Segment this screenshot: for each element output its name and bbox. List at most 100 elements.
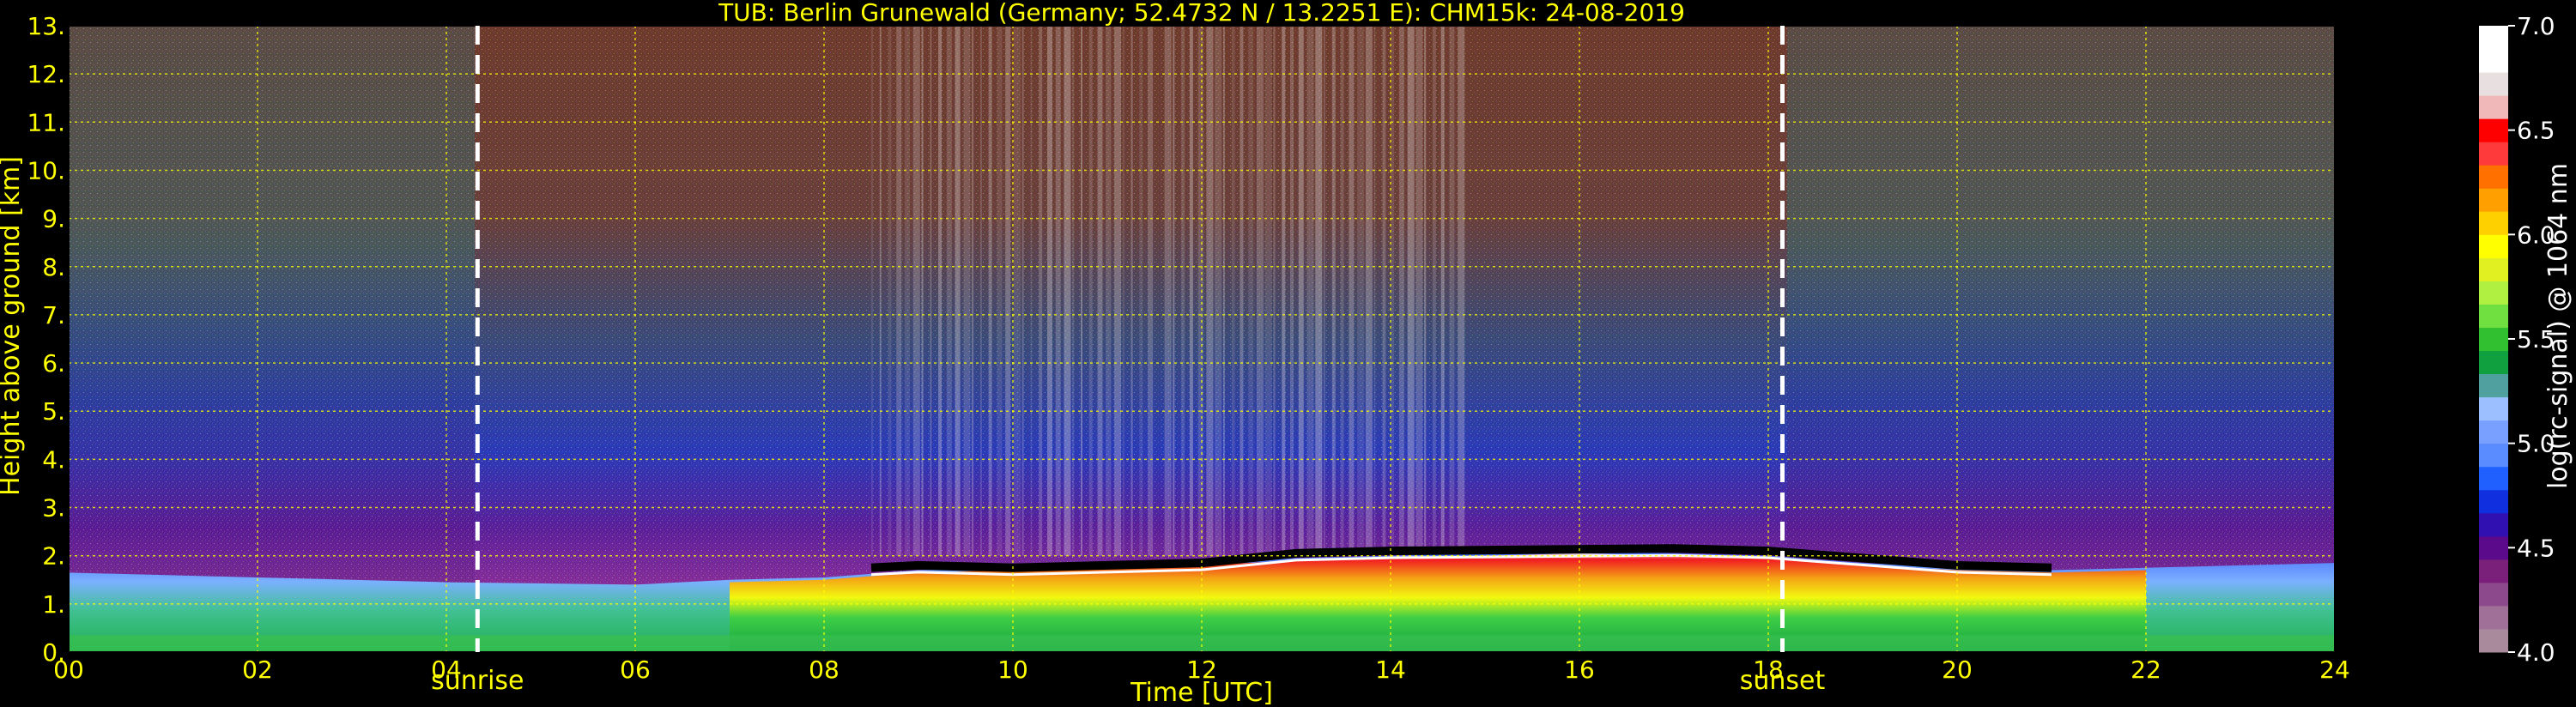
colorbar-segment [2479, 628, 2508, 653]
noise-plume [972, 26, 974, 556]
colorbar-segment [2479, 605, 2508, 630]
noise-plume [1222, 26, 1225, 556]
x-axis-label: Time [UTC] [1130, 678, 1273, 707]
noise-plume [979, 26, 982, 556]
chart-title: TUB: Berlin Grunewald (Germany; 52.4732 … [718, 0, 1685, 27]
noise-plume [946, 26, 952, 556]
noise-plume [1290, 26, 1294, 556]
noise-plume [1181, 26, 1185, 556]
colorbar-segment [2479, 49, 2508, 73]
noise-plume [1282, 26, 1286, 556]
noise-plume [955, 26, 961, 556]
y-tick-label: 0. [42, 638, 65, 667]
noise-plume [1064, 26, 1071, 556]
colorbar-segment [2479, 281, 2508, 305]
noise-plume [896, 26, 902, 556]
noise-plume [921, 26, 924, 556]
x-tick-label: 14 [1375, 656, 1406, 684]
colorbar-tick-label: 7.0 [2517, 12, 2555, 40]
noise-plume [1072, 26, 1075, 556]
noise-plume [1197, 26, 1203, 556]
noise-plume [888, 26, 892, 556]
noise-plume [1273, 26, 1276, 556]
noise-plume [879, 26, 882, 556]
noise-plume [905, 26, 911, 556]
noise-plume [988, 26, 992, 556]
colorbar-segment [2479, 350, 2508, 375]
noise-plume [1306, 26, 1314, 556]
colorbar-segment [2479, 142, 2508, 166]
noise-plume [912, 26, 920, 556]
noise-plume [1382, 26, 1386, 556]
x-tick-label: 04 [431, 656, 462, 684]
noise-plume [1331, 26, 1336, 556]
y-tick-label: 8. [42, 253, 65, 281]
y-tick-label: 13. [27, 12, 65, 40]
colorbar-label: log(rc-signal) @ 1064 nm [2543, 163, 2573, 489]
colorbar-segment [2479, 512, 2508, 537]
noise-plume [963, 26, 971, 556]
noise-plume [1458, 26, 1465, 556]
colorbar-segment [2479, 582, 2508, 607]
noise-plume [1357, 26, 1365, 556]
noise-plume [1440, 26, 1445, 556]
x-tick-label: 02 [242, 656, 273, 684]
ceilometer-chart: sunrise sunset 00 02 04 06 08 10 12 14 16 18 20 22 24… [0, 0, 2573, 707]
noise-plume [1122, 26, 1124, 556]
x-tick-label: 06 [620, 656, 651, 684]
noise-plume [1391, 26, 1395, 556]
noise-plume [1164, 26, 1172, 556]
y-tick-label: 1. [42, 590, 65, 619]
y-tick-label: 2. [42, 542, 65, 571]
noise-plume [1231, 26, 1235, 556]
noise-plume [1013, 26, 1021, 556]
colorbar-tick-label: 4.0 [2517, 638, 2555, 667]
noise-plume [1365, 26, 1373, 556]
x-tick-label: 22 [2131, 656, 2161, 684]
colorbar-segment [2479, 466, 2508, 491]
colorbar-segment [2479, 211, 2508, 235]
y-tick-label: 7. [42, 301, 65, 329]
colorbar-segment [2479, 489, 2508, 514]
colorbar-segment [2479, 373, 2508, 398]
noise-plume [1248, 26, 1254, 556]
noise-plume [1424, 26, 1427, 556]
noise-plume [1415, 26, 1423, 556]
noise-plume [1130, 26, 1133, 556]
colorbar-segment [2479, 443, 2508, 468]
x-tick-label: 08 [809, 656, 839, 684]
colorbar-segment [2479, 304, 2508, 328]
y-tick-label: 5. [42, 397, 65, 426]
noise-plume [871, 26, 873, 556]
colorbar-segment [2479, 420, 2508, 444]
colorbar-tick-label: 6.5 [2517, 117, 2555, 145]
noise-plume [1340, 26, 1344, 556]
noise-plume [1215, 26, 1222, 556]
noise-plume [1206, 26, 1214, 556]
noise-plume [1373, 26, 1376, 556]
noise-plume [930, 26, 932, 556]
noise-plume [1240, 26, 1244, 556]
colorbar-segment [2479, 165, 2508, 189]
noise-plume [1114, 26, 1122, 556]
noise-plume [1005, 26, 1011, 556]
colorbar-segment [2479, 257, 2508, 281]
x-tick-label: 16 [1564, 656, 1595, 684]
noise-plume [1021, 26, 1024, 556]
colorbar-segment [2479, 559, 2508, 583]
noise-plume [1030, 26, 1033, 556]
y-tick-label: 6. [42, 349, 65, 378]
noise-plume [1139, 26, 1143, 556]
near-ground-layer [69, 635, 2335, 652]
noise-plume [1407, 26, 1415, 556]
noise-plume [938, 26, 943, 556]
y-tick-label: 12. [27, 60, 65, 88]
colorbar-segment [2479, 72, 2508, 96]
noise-plume [1039, 26, 1043, 556]
colorbar-segment [2479, 234, 2508, 258]
y-tick-label: 3. [42, 494, 65, 523]
y-tick-label: 11. [27, 108, 65, 136]
noise-plume [1081, 26, 1083, 556]
y-tick-label: 9. [42, 205, 65, 233]
colorbar-segment [2479, 188, 2508, 212]
